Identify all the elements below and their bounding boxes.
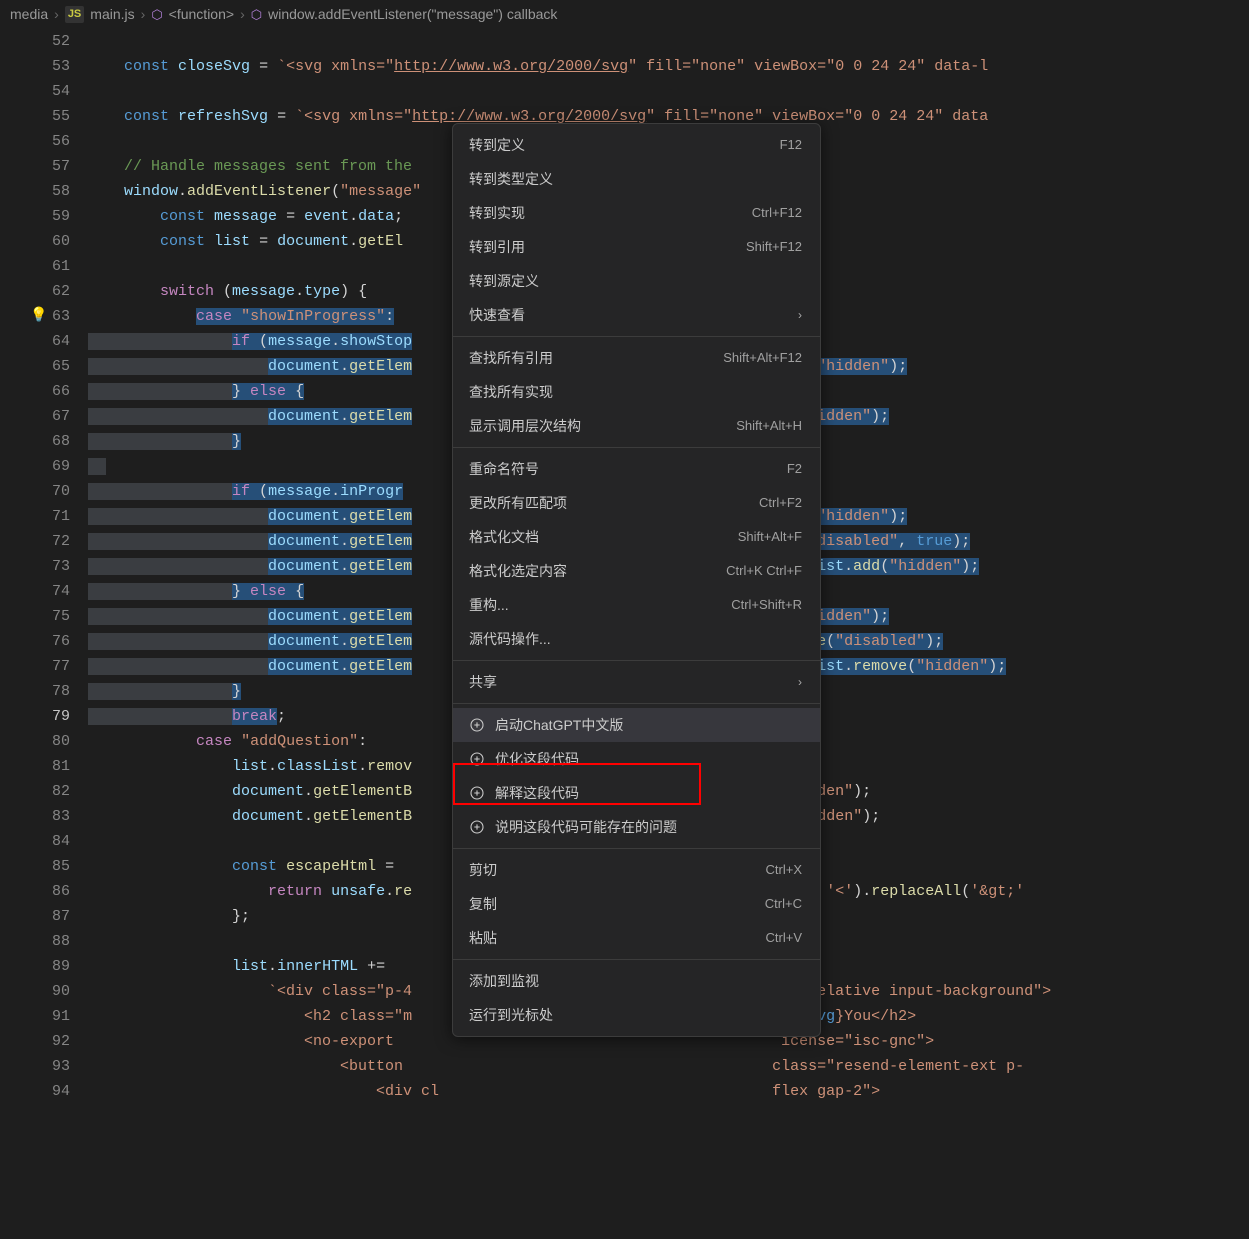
menu-cut[interactable]: 剪切Ctrl+X [453, 853, 820, 887]
menu-source-action[interactable]: 源代码操作... [453, 622, 820, 656]
breadcrumb-symbol[interactable]: window.addEventListener("message") callb… [268, 4, 557, 25]
chevron-right-icon: › [141, 4, 146, 25]
breadcrumb[interactable]: media › JS main.js › ⬡ <function> › ⬡ wi… [0, 0, 1249, 29]
chatgpt-icon [469, 819, 485, 835]
menu-rename[interactable]: 重命名符号F2 [453, 452, 820, 486]
chevron-right-icon: › [798, 673, 802, 691]
symbol-cube-icon: ⬡ [151, 5, 162, 25]
menu-goto-type-def[interactable]: 转到类型定义 [453, 162, 820, 196]
menu-chatgpt-start[interactable]: 启动ChatGPT中文版 [453, 708, 820, 742]
menu-goto-refs[interactable]: 转到引用Shift+F12 [453, 230, 820, 264]
menu-separator [453, 660, 820, 661]
menu-chatgpt-explain[interactable]: 解释这段代码 [453, 776, 820, 810]
menu-find-all-impl[interactable]: 查找所有实现 [453, 375, 820, 409]
chevron-right-icon: › [54, 4, 59, 25]
menu-separator [453, 703, 820, 704]
breadcrumb-file[interactable]: main.js [90, 4, 134, 25]
context-menu: 转到定义F12 转到类型定义 转到实现Ctrl+F12 转到引用Shift+F1… [452, 123, 821, 1037]
menu-call-hierarchy[interactable]: 显示调用层次结构Shift+Alt+H [453, 409, 820, 443]
menu-peek[interactable]: 快速查看› [453, 298, 820, 332]
breadcrumb-folder[interactable]: media [10, 4, 48, 25]
menu-format-selection[interactable]: 格式化选定内容Ctrl+K Ctrl+F [453, 554, 820, 588]
chevron-right-icon: › [240, 4, 245, 25]
menu-run-to-cursor[interactable]: 运行到光标处 [453, 998, 820, 1032]
chatgpt-icon [469, 717, 485, 733]
chatgpt-icon [469, 751, 485, 767]
chevron-right-icon: › [798, 306, 802, 324]
menu-chatgpt-optimize[interactable]: 优化这段代码 [453, 742, 820, 776]
menu-separator [453, 848, 820, 849]
menu-separator [453, 447, 820, 448]
lightbulb-icon[interactable]: 💡 [30, 304, 47, 329]
js-file-icon: JS [65, 6, 84, 23]
menu-goto-source-def[interactable]: 转到源定义 [453, 264, 820, 298]
menu-copy[interactable]: 复制Ctrl+C [453, 887, 820, 921]
menu-goto-definition[interactable]: 转到定义F12 [453, 128, 820, 162]
menu-chatgpt-issues[interactable]: 说明这段代码可能存在的问题 [453, 810, 820, 844]
breadcrumb-symbol[interactable]: <function> [169, 4, 234, 25]
symbol-cube-icon: ⬡ [251, 5, 262, 25]
menu-format-doc[interactable]: 格式化文档Shift+Alt+F [453, 520, 820, 554]
line-number-gutter: 5253545556575859606162636465666768697071… [0, 29, 88, 1104]
menu-change-all[interactable]: 更改所有匹配项Ctrl+F2 [453, 486, 820, 520]
menu-paste[interactable]: 粘贴Ctrl+V [453, 921, 820, 955]
menu-find-all-refs[interactable]: 查找所有引用Shift+Alt+F12 [453, 341, 820, 375]
chatgpt-icon [469, 785, 485, 801]
menu-goto-impl[interactable]: 转到实现Ctrl+F12 [453, 196, 820, 230]
menu-separator [453, 959, 820, 960]
menu-separator [453, 336, 820, 337]
menu-share[interactable]: 共享› [453, 665, 820, 699]
menu-refactor[interactable]: 重构...Ctrl+Shift+R [453, 588, 820, 622]
menu-add-watch[interactable]: 添加到监视 [453, 964, 820, 998]
